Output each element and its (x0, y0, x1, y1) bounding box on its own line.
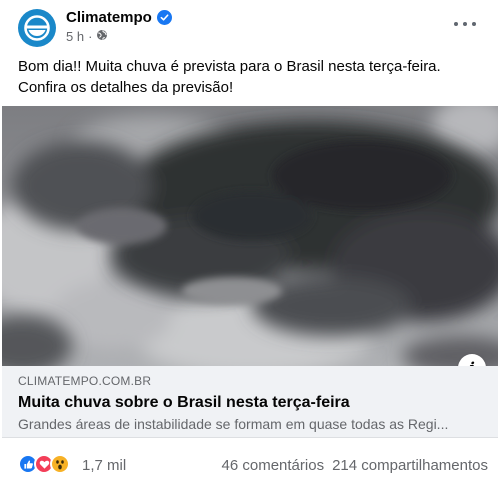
link-description: Grandes áreas de instabilidade se formam… (18, 416, 449, 432)
globe-icon[interactable] (96, 29, 108, 44)
reaction-icons[interactable] (18, 454, 70, 474)
comments-count[interactable]: 46 comentários (222, 457, 325, 474)
post-footer: 1,7 mil 46 comentários 214 compartilhame… (18, 451, 488, 479)
meta-separator: · (88, 29, 93, 44)
post-meta: 5 h · (66, 29, 108, 44)
page-name-label[interactable]: Climatempo (66, 9, 152, 26)
facebook-post: Climatempo 5 h · Bom dia!! Muita chuva é… (0, 0, 498, 487)
climatempo-logo-icon (21, 12, 53, 44)
reaction-count[interactable]: 1,7 mil (82, 457, 126, 474)
link-preview[interactable]: CLIMATEMPO.COM.BR Muita chuva sobre o Br… (2, 366, 498, 438)
post-image[interactable]: i (2, 106, 498, 366)
more-options-icon[interactable] (454, 17, 476, 31)
caption-line: Confira os detalhes da previsão! (18, 79, 234, 96)
dot (454, 22, 458, 26)
link-title[interactable]: Muita chuva sobre o Brasil nesta terça-f… (18, 394, 350, 412)
post-stats: 46 comentários 214 compartilhamentos (222, 457, 488, 474)
wow-icon (50, 454, 70, 474)
post-time[interactable]: 5 h (66, 29, 84, 44)
storm-clouds-image (2, 106, 498, 366)
dot (472, 22, 476, 26)
page-name[interactable]: Climatempo (66, 9, 172, 26)
post-caption: Bom dia!! Muita chuva é prevista para o … (18, 56, 478, 98)
page-avatar[interactable] (18, 9, 56, 47)
shares-count[interactable]: 214 compartilhamentos (332, 457, 488, 474)
caption-line: Bom dia!! Muita chuva é prevista para o … (18, 58, 441, 75)
verified-badge-icon (156, 10, 172, 25)
post-header: Climatempo 5 h · (18, 9, 486, 47)
link-domain: CLIMATEMPO.COM.BR (18, 374, 152, 388)
dot (463, 22, 467, 26)
